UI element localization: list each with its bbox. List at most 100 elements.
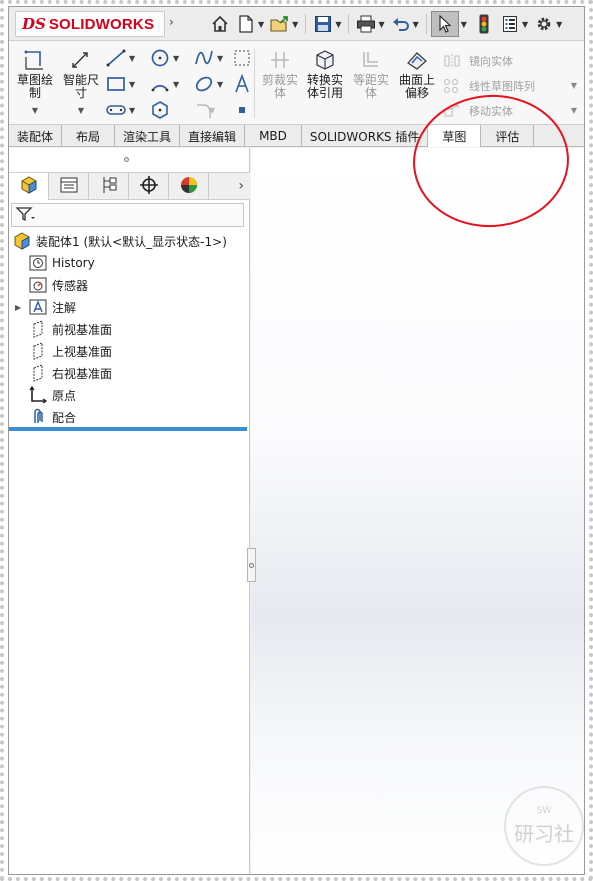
chevron-right-icon[interactable]: › (238, 178, 244, 194)
rectangle-tool-button[interactable] (105, 74, 127, 96)
print-button[interactable]: ▼ (353, 11, 387, 37)
construction-geometry-button[interactable] (231, 48, 253, 70)
offset-entities-button[interactable]: 等距实体 (347, 48, 395, 100)
chevron-down-icon[interactable]: ▼ (173, 54, 179, 63)
spline-icon (194, 48, 214, 71)
mirror-entities-button[interactable]: 镜向实体 (441, 48, 581, 73)
convert-entities-button[interactable]: 转换实体引用 (301, 48, 349, 100)
chevron-down-icon[interactable]: ▼ (57, 104, 105, 117)
file-properties-button[interactable]: ▼ (497, 11, 531, 37)
options-button[interactable]: ▼ (531, 11, 565, 37)
chevron-down-icon[interactable]: ▼ (571, 106, 577, 115)
configuration-tree-icon (100, 175, 118, 198)
mirror-entities-label: 镜向实体 (469, 54, 513, 68)
circle-tool-button[interactable] (149, 48, 171, 70)
chevron-down-icon[interactable]: ▼ (571, 81, 577, 90)
tree-item-front-plane[interactable]: 前视基准面 (9, 318, 250, 340)
rollback-bar[interactable] (9, 427, 247, 431)
ellipse-tool-button[interactable] (193, 74, 215, 96)
tab-render-tools[interactable]: 渲染工具 (115, 125, 181, 147)
tree-root-assembly[interactable]: 装配体1 (默认<默认_显示状态-1>) (9, 230, 250, 252)
sketch-entity-tool-grid: ▼ ▼ ▼ ▼ ▼ ▼ ▼ ▼ (105, 48, 251, 122)
new-document-button[interactable]: ▼ (233, 11, 267, 37)
tab-direct-editing[interactable]: 直接编辑 (180, 125, 246, 147)
featuremanager-tab[interactable] (9, 173, 49, 200)
tree-item-top-plane[interactable]: 上视基准面 (9, 340, 250, 362)
slot-icon (105, 103, 127, 120)
spline-tool-button[interactable] (193, 48, 215, 70)
tree-item-annotations[interactable]: ▶ 注解 (9, 296, 250, 318)
pane-splitter-handle[interactable] (247, 548, 256, 582)
chevron-down-icon[interactable]: ▼ (129, 54, 135, 63)
feature-manager-pane: › 装配体1 (默认<默认_显示状态-1>) History 传感器 ▶ 注解 (9, 148, 250, 874)
solidworks-logo[interactable]: DS SOLIDWORKS (15, 11, 165, 37)
pane-grip-handle[interactable] (124, 157, 129, 162)
annotation-icon (29, 298, 47, 316)
chevron-down-icon[interactable]: ▼ (413, 20, 419, 29)
chevron-down-icon[interactable]: ▼ (258, 20, 264, 29)
tree-item-label: 原点 (52, 388, 77, 403)
tree-item-right-plane[interactable]: 右视基准面 (9, 362, 250, 384)
chevron-down-icon[interactable]: ▼ (556, 20, 562, 29)
arc-tool-button[interactable] (149, 74, 171, 96)
rebuild-button[interactable] (471, 11, 497, 37)
chevron-down-icon[interactable]: ▼ (129, 80, 135, 89)
tab-layout[interactable]: 布局 (62, 125, 116, 147)
feature-tree: 装配体1 (默认<默认_显示状态-1>) History 传感器 ▶ 注解 前视… (9, 230, 250, 428)
tree-item-sensors[interactable]: 传感器 (9, 274, 250, 296)
tab-mbd[interactable]: MBD (245, 125, 302, 147)
sketch-button[interactable]: 草图绘制 ▼ (11, 48, 59, 117)
offset-on-surface-button[interactable]: 曲面上偏移 (393, 48, 441, 100)
menu-expand-chevron-icon[interactable]: › (169, 15, 174, 29)
tab-solidworks-addins[interactable]: SOLIDWORKS 插件 (302, 125, 429, 147)
manager-tabs: › (9, 172, 250, 200)
linear-pattern-button[interactable]: 线性草图阵列 ▼ (441, 73, 581, 98)
trim-entities-button[interactable]: 剪裁实体 (256, 48, 304, 100)
tree-item-origin[interactable]: 原点 (9, 384, 250, 406)
chevron-down-icon[interactable]: ▼ (129, 106, 135, 115)
dimxpertmanager-tab[interactable] (129, 173, 169, 200)
home-icon (210, 14, 230, 34)
line-tool-button[interactable] (105, 48, 127, 70)
select-pointer-button[interactable] (430, 11, 459, 37)
smart-dimension-button[interactable]: 智能尺寸 ▼ (57, 48, 105, 117)
assembly-icon (13, 232, 31, 250)
configurationmanager-tab[interactable] (89, 173, 129, 200)
point-tool-button[interactable] (231, 100, 253, 122)
text-tool-button[interactable] (231, 73, 253, 97)
text-a-icon (233, 73, 251, 97)
chevron-down-icon[interactable]: ▼ (209, 106, 215, 115)
chevron-down-icon[interactable]: ▼ (461, 20, 467, 29)
polygon-tool-button[interactable] (149, 100, 171, 122)
trim-entities-label: 剪裁实体 (262, 73, 299, 100)
splitter-grip-icon (249, 562, 254, 568)
tree-filter-bar[interactable] (11, 203, 244, 227)
save-button[interactable]: ▼ (310, 11, 344, 37)
tree-root-label: 装配体1 (默认<默认_显示状态-1>) (36, 234, 227, 249)
expand-arrow-icon[interactable]: ▶ (15, 303, 25, 312)
chevron-down-icon[interactable]: ▼ (335, 20, 341, 29)
home-button[interactable] (207, 11, 233, 37)
plane-icon (29, 364, 47, 382)
crosshair-target-icon (139, 175, 159, 198)
propertymanager-tab[interactable] (49, 173, 89, 200)
open-button[interactable]: ▼ (267, 11, 301, 37)
slot-tool-button[interactable] (105, 100, 127, 122)
chevron-down-icon[interactable]: ▼ (378, 20, 384, 29)
tree-item-history[interactable]: History (9, 252, 250, 274)
construction-box-icon (233, 49, 251, 70)
chevron-down-icon[interactable]: ▼ (173, 80, 179, 89)
chevron-down-icon[interactable]: ▼ (292, 20, 298, 29)
plane-icon (29, 342, 47, 360)
chevron-down-icon[interactable]: ▼ (217, 80, 223, 89)
displaymanager-tab[interactable] (169, 173, 209, 200)
undo-icon (391, 14, 411, 34)
graphics-area[interactable] (251, 148, 584, 874)
undo-button[interactable]: ▼ (388, 11, 422, 37)
chevron-down-icon[interactable]: ▼ (11, 104, 59, 117)
tree-item-mates[interactable]: 配合 (9, 406, 250, 428)
tab-assembly[interactable]: 装配体 (9, 125, 63, 147)
mirror-entities-icon (441, 53, 463, 69)
chevron-down-icon[interactable]: ▼ (217, 54, 223, 63)
chevron-down-icon[interactable]: ▼ (522, 20, 528, 29)
